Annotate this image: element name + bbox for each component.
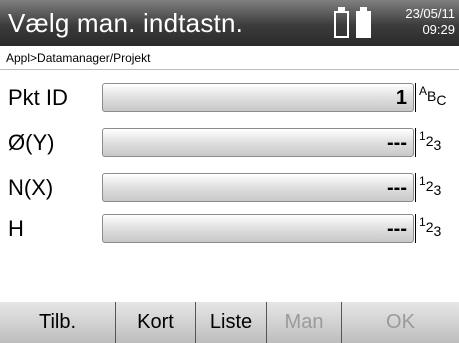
title-bar: Vælg man. indtastn. 23/05/11 09:29 xyxy=(0,0,459,46)
list-button[interactable]: Liste xyxy=(196,302,267,343)
date-time: 23/05/11 09:29 xyxy=(405,6,455,38)
mode-main: 1 xyxy=(419,129,426,143)
input-mode-numeric-icon[interactable]: 123 xyxy=(415,128,451,157)
field-value: --- xyxy=(387,218,407,240)
screen-title: Vælg man. indtastn. xyxy=(8,8,244,38)
mode-sub: 3 xyxy=(433,223,442,239)
field-label: Ø(Y) xyxy=(8,130,55,155)
mode-sup: B xyxy=(427,88,437,104)
field-row-northing: N(X) --- 123 xyxy=(0,170,459,204)
mode-main: 1 xyxy=(419,174,426,188)
field-label: Pkt ID xyxy=(8,85,68,110)
height-field[interactable]: --- xyxy=(102,214,414,243)
field-value: --- xyxy=(387,132,407,154)
point-id-field[interactable]: 1 xyxy=(102,83,414,112)
manual-button[interactable]: Man xyxy=(267,302,342,343)
input-mode-numeric-icon[interactable]: 123 xyxy=(415,214,451,243)
battery-icon xyxy=(356,7,371,38)
mode-sub: C xyxy=(436,92,447,108)
mode-main: 1 xyxy=(419,215,426,229)
time-text: 09:29 xyxy=(422,22,455,37)
mode-sub: 3 xyxy=(433,137,442,153)
field-label: N(X) xyxy=(8,175,54,200)
ok-button[interactable]: OK xyxy=(342,302,459,343)
battery-icon xyxy=(334,7,349,38)
easting-field[interactable]: --- xyxy=(102,128,414,157)
input-mode-alpha-icon[interactable]: ABC xyxy=(415,83,451,112)
date-text: 23/05/11 xyxy=(405,6,455,21)
field-row-point-id: Pkt ID 1 ABC xyxy=(0,80,459,114)
mode-sub: 3 xyxy=(433,182,442,198)
field-row-easting: Ø(Y) --- 123 xyxy=(0,125,459,159)
softkey-bar: Tilb. Kort Liste Man OK xyxy=(0,302,459,343)
northing-field[interactable]: --- xyxy=(102,173,414,202)
map-button[interactable]: Kort xyxy=(116,302,196,343)
back-button[interactable]: Tilb. xyxy=(0,302,116,343)
input-mode-numeric-icon[interactable]: 123 xyxy=(415,173,451,202)
breadcrumb: Appl>Datamanager/Projekt xyxy=(0,46,459,70)
field-row-height: H --- 123 xyxy=(0,211,459,245)
field-label: H xyxy=(8,216,24,241)
field-value: --- xyxy=(387,177,407,199)
field-value: 1 xyxy=(395,87,407,109)
mode-main: A xyxy=(419,84,428,98)
